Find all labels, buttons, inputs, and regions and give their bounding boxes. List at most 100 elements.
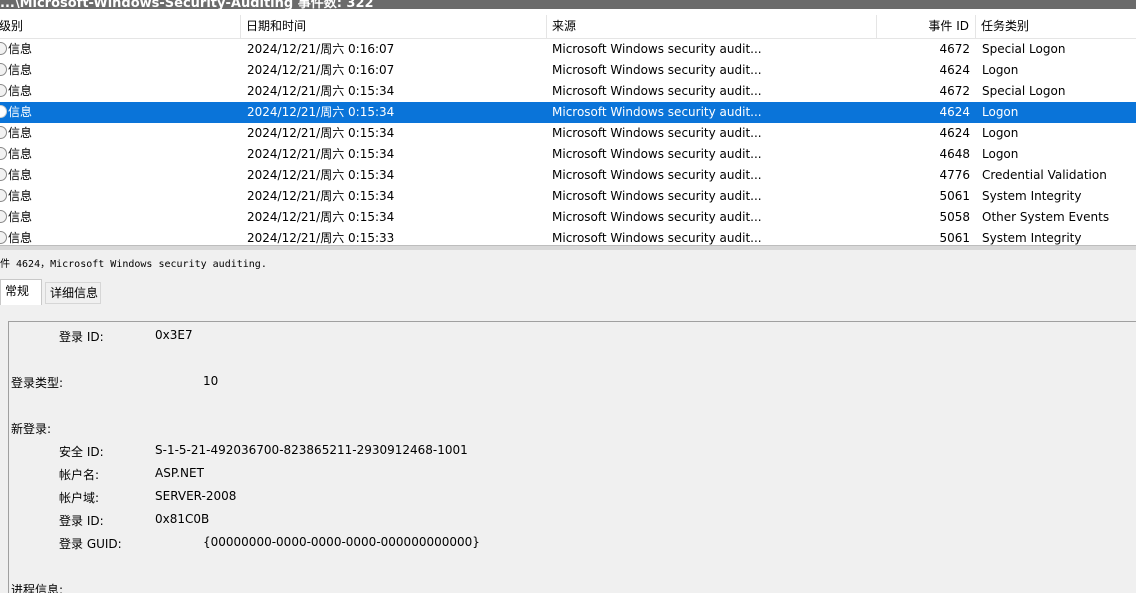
info-icon xyxy=(0,210,7,223)
row-event-id: 4776 xyxy=(939,168,970,182)
row-level: 信息 xyxy=(8,147,33,161)
table-row[interactable]: 信息 2024/12/21/周六 0:15:34 Microsoft Windo… xyxy=(0,81,1136,102)
info-icon xyxy=(0,42,7,55)
tab-details[interactable]: 详细信息 xyxy=(45,282,101,304)
row-level: 信息 xyxy=(8,63,33,77)
row-level: 信息 xyxy=(8,189,33,203)
info-icon xyxy=(0,84,7,97)
column-header-task-category[interactable]: 任务类别 xyxy=(976,15,1136,39)
window-title-bar: ...\Microsoft-Windows-Security-Auditing … xyxy=(0,0,1136,9)
table-row[interactable]: 信息 2024/12/21/周六 0:15:34 Microsoft Windo… xyxy=(0,123,1136,144)
row-task-category: Other System Events xyxy=(982,210,1110,224)
info-icon xyxy=(0,147,7,160)
info-icon xyxy=(0,231,7,244)
event-detail-header: 件 4624，Microsoft Windows security auditi… xyxy=(0,259,267,270)
row-source: Microsoft Windows security audit... xyxy=(552,126,762,140)
info-icon xyxy=(0,189,7,202)
row-task-category: Logon xyxy=(982,126,1019,140)
table-row[interactable]: 信息 2024/12/21/周六 0:16:07 Microsoft Windo… xyxy=(0,60,1136,81)
row-date: 2024/12/21/周六 0:15:34 xyxy=(247,126,395,140)
info-icon xyxy=(0,105,7,118)
row-event-id: 4648 xyxy=(939,147,970,161)
row-task-category: Logon xyxy=(982,63,1019,77)
row-date: 2024/12/21/周六 0:15:34 xyxy=(247,105,395,119)
column-header-source-label: 来源 xyxy=(552,19,577,33)
row-source: Microsoft Windows security audit... xyxy=(552,42,762,56)
logon-guid-label: 登录 GUID: xyxy=(59,537,122,551)
table-row[interactable]: 信息 2024/12/21/周六 0:15:34 Microsoft Windo… xyxy=(0,144,1136,165)
row-date: 2024/12/21/周六 0:16:07 xyxy=(247,42,395,56)
column-header-date-label: 日期和时间 xyxy=(246,19,307,33)
table-row[interactable]: 信息 2024/12/21/周六 0:16:07 Microsoft Windo… xyxy=(0,39,1136,60)
row-level: 信息 xyxy=(8,231,33,245)
row-date: 2024/12/21/周六 0:15:33 xyxy=(247,231,395,245)
event-description[interactable]: 登录 ID: 0x3E7 登录类型: 10 新登录: 安全 ID: S-1-5-… xyxy=(8,321,1136,593)
event-list[interactable]: 级别 日期和时间 来源 事件 ID 任务类别 信息 2024/12/21/周六 … xyxy=(0,9,1136,245)
row-task-category: Special Logon xyxy=(982,42,1066,56)
column-header-date[interactable]: 日期和时间 xyxy=(241,15,547,39)
info-icon xyxy=(0,63,7,76)
table-row[interactable]: 信息 2024/12/21/周六 0:15:34 Microsoft Windo… xyxy=(0,165,1136,186)
logon-guid-value: {00000000-0000-0000-0000-000000000000} xyxy=(203,535,480,549)
row-event-id: 5061 xyxy=(939,189,970,203)
logon-type-label: 登录类型: xyxy=(11,376,64,390)
column-header-level-label: 级别 xyxy=(0,19,24,33)
account-domain-value: SERVER-2008 xyxy=(155,489,237,503)
new-logon-label: 新登录: xyxy=(11,422,52,436)
row-source: Microsoft Windows security audit... xyxy=(552,63,762,77)
account-name-label: 帐户名: xyxy=(59,468,100,482)
tab-general[interactable]: 常规 xyxy=(0,279,42,305)
row-task-category: Special Logon xyxy=(982,84,1066,98)
row-event-id: 4672 xyxy=(939,84,970,98)
table-row[interactable]: 信息 2024/12/21/周六 0:15:33 Microsoft Windo… xyxy=(0,228,1136,245)
row-date: 2024/12/21/周六 0:15:34 xyxy=(247,210,395,224)
row-task-category: System Integrity xyxy=(982,231,1082,245)
row-event-id: 4672 xyxy=(939,42,970,56)
row-source: Microsoft Windows security audit... xyxy=(552,147,762,161)
window-title: ...\Microsoft-Windows-Security-Auditing … xyxy=(0,0,374,9)
column-header-task-category-label: 任务类别 xyxy=(981,19,1030,33)
row-level: 信息 xyxy=(8,105,33,119)
row-event-id: 4624 xyxy=(939,63,970,77)
column-header-source[interactable]: 来源 xyxy=(547,15,877,39)
security-id-value: S-1-5-21-492036700-823865211-2930912468-… xyxy=(155,443,468,457)
info-icon xyxy=(0,168,7,181)
column-header-level[interactable]: 级别 xyxy=(0,15,241,39)
new-logon-id-label: 登录 ID: xyxy=(59,514,104,528)
row-source: Microsoft Windows security audit... xyxy=(552,105,762,119)
row-source: Microsoft Windows security audit... xyxy=(552,84,762,98)
row-source: Microsoft Windows security audit... xyxy=(552,189,762,203)
row-level: 信息 xyxy=(8,210,33,224)
row-date: 2024/12/21/周六 0:15:34 xyxy=(247,189,395,203)
logon-type-value: 10 xyxy=(203,374,219,388)
row-level: 信息 xyxy=(8,126,33,140)
account-name-value: ASP.NET xyxy=(155,466,204,480)
row-event-id: 5058 xyxy=(939,210,970,224)
row-task-category: Credential Validation xyxy=(982,168,1107,182)
new-logon-id-value: 0x81C0B xyxy=(155,512,210,526)
row-date: 2024/12/21/周六 0:15:34 xyxy=(247,168,395,182)
row-task-category: Logon xyxy=(982,105,1019,119)
row-level: 信息 xyxy=(8,168,33,182)
info-icon xyxy=(0,126,7,139)
security-id-label: 安全 ID: xyxy=(59,445,104,459)
row-source: Microsoft Windows security audit... xyxy=(552,210,762,224)
row-event-id: 5061 xyxy=(939,231,970,245)
row-task-category: System Integrity xyxy=(982,189,1082,203)
account-domain-label: 帐户域: xyxy=(59,491,100,505)
table-row[interactable]: 信息 2024/12/21/周六 0:15:34 Microsoft Windo… xyxy=(0,186,1136,207)
row-source: Microsoft Windows security audit... xyxy=(552,168,762,182)
row-date: 2024/12/21/周六 0:16:07 xyxy=(247,63,395,77)
row-level: 信息 xyxy=(8,84,33,98)
row-source: Microsoft Windows security audit... xyxy=(552,231,762,245)
row-date: 2024/12/21/周六 0:15:34 xyxy=(247,147,395,161)
column-header-event-id-label: 事件 ID xyxy=(928,19,969,33)
event-detail-panel: 件 4624，Microsoft Windows security auditi… xyxy=(0,250,1136,593)
process-info-label: 进程信息: xyxy=(11,583,64,593)
table-row-selected[interactable]: 信息 2024/12/21/周六 0:15:34 Microsoft Windo… xyxy=(0,102,1136,123)
logon-id-label: 登录 ID: xyxy=(59,330,104,344)
table-row[interactable]: 信息 2024/12/21/周六 0:15:34 Microsoft Windo… xyxy=(0,207,1136,228)
column-header-event-id[interactable]: 事件 ID xyxy=(877,15,976,39)
logon-id-value: 0x3E7 xyxy=(155,328,193,342)
event-list-header: 级别 日期和时间 来源 事件 ID 任务类别 xyxy=(0,15,1136,39)
